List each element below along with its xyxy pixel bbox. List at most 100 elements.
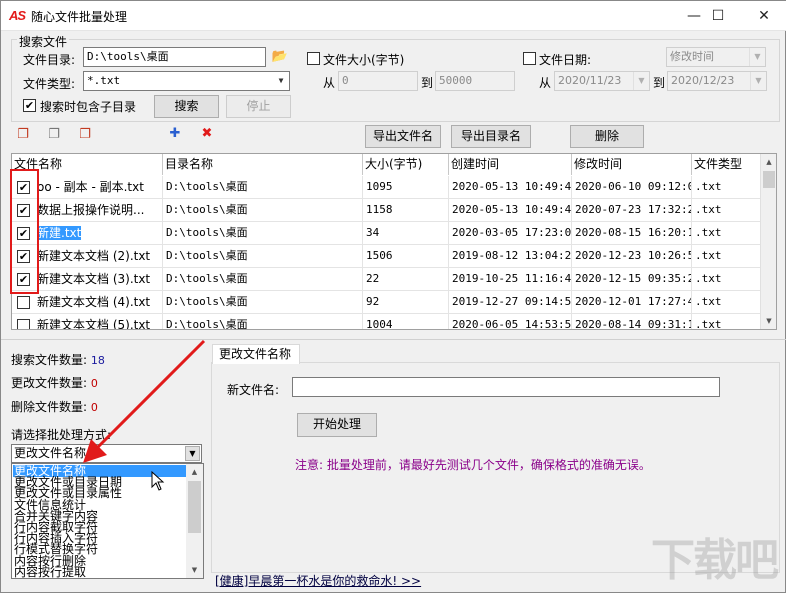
- folder-open-icon[interactable]: 📂: [271, 49, 289, 65]
- export-dirs-button[interactable]: 导出目录名: [451, 125, 531, 148]
- chevron-down-icon: ▼: [749, 48, 765, 66]
- table-row[interactable]: 数据上报操作说明... D:\tools\桌面 1158 2020-05-13 10:…: [12, 199, 762, 222]
- cell-dir: D:\tools\桌面: [163, 268, 363, 291]
- delete-button[interactable]: 删除: [570, 125, 644, 148]
- date-from-picker[interactable]: 2020/11/23 ▼: [554, 71, 650, 91]
- cell-type: .txt: [692, 291, 762, 314]
- cell-dir: D:\tools\桌面: [163, 291, 363, 314]
- cell-modified: 2020-06-10 09:12:03: [572, 176, 692, 199]
- mode-option[interactable]: 内容按行提取: [13, 566, 186, 578]
- cell-size: 1506: [363, 245, 449, 268]
- size-from-input[interactable]: 0: [338, 71, 418, 91]
- cell-modified: 2020-12-01 17:27:46: [572, 291, 692, 314]
- app-window: AS 随心文件批量处理 — ☐ ✕ 搜索文件 文件目录: D:\tools\桌面…: [0, 0, 786, 593]
- cell-name-text: 新建文本文档 (2).txt: [37, 249, 151, 263]
- cell-dir: D:\tools\桌面: [163, 314, 363, 329]
- dropdown-scrollbar[interactable]: ▲ ▼: [186, 464, 203, 578]
- cell-created-text: 2019-12-27 09:14:50: [452, 295, 572, 308]
- scroll-thumb[interactable]: [188, 481, 201, 533]
- cell-created-text: 2020-06-05 14:53:54: [452, 318, 572, 330]
- size-filter-label: 文件大小(字节): [323, 53, 405, 67]
- file-table[interactable]: 文件名称 目录名称 大小(字节) 创建时间 修改时间 文件类型 oo - 副本 …: [11, 153, 777, 330]
- table-row[interactable]: 新建.txt D:\tools\桌面 34 2020-03-05 17:23:05 20…: [12, 222, 762, 245]
- cell-size: 92: [363, 291, 449, 314]
- date-to-value: 2020/12/23: [671, 74, 735, 87]
- scroll-down-icon[interactable]: ▼: [761, 313, 776, 329]
- cell-type-text: .txt: [695, 203, 722, 216]
- cell-size: 22: [363, 268, 449, 291]
- cell-created: 2020-03-05 17:23:05: [449, 222, 572, 245]
- chevron-down-icon: ▼: [278, 76, 284, 85]
- cell-name-text: 新建文本文档 (4).txt: [37, 295, 151, 309]
- row-checkbox[interactable]: [17, 319, 30, 329]
- size-to-input[interactable]: 50000: [435, 71, 515, 91]
- column-header-type[interactable]: 文件类型: [692, 154, 762, 175]
- maximize-button[interactable]: ☐: [695, 1, 741, 31]
- cell-type: .txt: [692, 176, 762, 199]
- cell-modified-text: 2020-12-01 17:27:46: [575, 295, 692, 308]
- app-logo: AS: [9, 8, 26, 23]
- cell-dir-text: D:\tools\桌面: [166, 180, 248, 193]
- stop-button[interactable]: 停止: [226, 95, 291, 118]
- start-process-button[interactable]: 开始处理: [297, 413, 377, 437]
- dir-input[interactable]: D:\tools\桌面: [83, 47, 266, 67]
- export-files-button[interactable]: 导出文件名: [365, 125, 441, 148]
- cell-modified-text: 2020-08-14 09:31:19: [575, 318, 692, 330]
- scroll-down-icon[interactable]: ▼: [186, 562, 203, 578]
- date-filter-checkbox[interactable]: [523, 52, 536, 65]
- invert-selection-icon[interactable]: ❐: [76, 127, 94, 143]
- column-header-dir[interactable]: 目录名称: [163, 154, 363, 175]
- date-mode-select[interactable]: 修改时间 ▼: [666, 47, 766, 67]
- cell-created: 2020-06-05 14:53:54: [449, 314, 572, 330]
- search-button[interactable]: 搜索: [154, 95, 219, 118]
- cell-created: 2019-10-25 11:16:48: [449, 268, 572, 291]
- cell-dir: D:\tools\桌面: [163, 176, 363, 199]
- scroll-up-icon[interactable]: ▲: [761, 154, 776, 170]
- dir-label: 文件目录:: [23, 53, 76, 67]
- date-to-label: 到: [653, 76, 666, 90]
- cell-size: 1158: [363, 199, 449, 222]
- date-to-picker[interactable]: 2020/12/23 ▼: [667, 71, 767, 91]
- add-files-icon[interactable]: ✚: [166, 126, 184, 142]
- row-checkbox[interactable]: [17, 296, 30, 309]
- deselect-all-icon[interactable]: ❐: [45, 127, 63, 143]
- cell-size-text: 1004: [366, 318, 393, 330]
- remove-files-icon[interactable]: ✖: [198, 126, 216, 142]
- cell-type: .txt: [692, 222, 762, 245]
- type-select[interactable]: *.txt ▼: [83, 71, 290, 91]
- date-mode-value: 修改时间: [670, 50, 714, 63]
- cell-type-text: .txt: [695, 318, 722, 330]
- cell-created: 2020-05-13 10:49:41: [449, 199, 572, 222]
- cell-name-text: 新建文本文档 (5).txt: [37, 318, 151, 330]
- tab-rename[interactable]: 更改文件名称: [212, 344, 300, 364]
- table-row[interactable]: 新建文本文档 (3).txt D:\tools\桌面 22 2019-10-25 11…: [12, 268, 762, 291]
- health-tip-link[interactable]: [健康]早晨第一杯水是你的救命水! >>: [215, 574, 421, 588]
- include-subdirs-checkbox[interactable]: ✔: [23, 99, 36, 112]
- type-label: 文件类型:: [23, 77, 76, 91]
- cell-type-text: .txt: [695, 249, 722, 262]
- select-all-icon[interactable]: ❐: [14, 127, 32, 143]
- cell-size-text: 34: [366, 226, 380, 239]
- table-row[interactable]: 新建文本文档 (5).txt D:\tools\桌面 1004 2020-06-05 …: [12, 314, 762, 330]
- cell-created-text: 2020-05-13 10:49:44: [452, 180, 572, 193]
- scroll-thumb[interactable]: [763, 171, 775, 188]
- table-scrollbar[interactable]: ▲ ▼: [760, 154, 776, 329]
- cell-dir-text: D:\tools\桌面: [166, 295, 248, 308]
- mouse-cursor-icon: [151, 471, 165, 491]
- table-row[interactable]: 新建文本文档 (4).txt D:\tools\桌面 92 2019-12-27 09…: [12, 291, 762, 314]
- size-filter-checkbox[interactable]: [307, 52, 320, 65]
- cell-modified-text: 2020-06-10 09:12:03: [575, 180, 692, 193]
- checkbox-highlight-box: [10, 169, 39, 294]
- cell-dir-text: D:\tools\桌面: [166, 272, 248, 285]
- new-name-input[interactable]: [292, 377, 720, 397]
- cell-modified-text: 2020-12-23 10:26:55: [575, 249, 692, 262]
- chevron-down-icon: ▼: [633, 72, 649, 90]
- table-row[interactable]: oo - 副本 - 副本.txt D:\tools\桌面 1095 2020-05-1…: [12, 176, 762, 199]
- column-header-size[interactable]: 大小(字节): [363, 154, 449, 175]
- table-row[interactable]: 新建文本文档 (2).txt D:\tools\桌面 1506 2019-08-12 …: [12, 245, 762, 268]
- cell-type-text: .txt: [695, 272, 722, 285]
- close-button[interactable]: ✕: [741, 1, 786, 31]
- column-header-modified[interactable]: 修改时间: [572, 154, 692, 175]
- cell-modified-text: 2020-07-23 17:32:25: [575, 203, 692, 216]
- column-header-created[interactable]: 创建时间: [449, 154, 572, 175]
